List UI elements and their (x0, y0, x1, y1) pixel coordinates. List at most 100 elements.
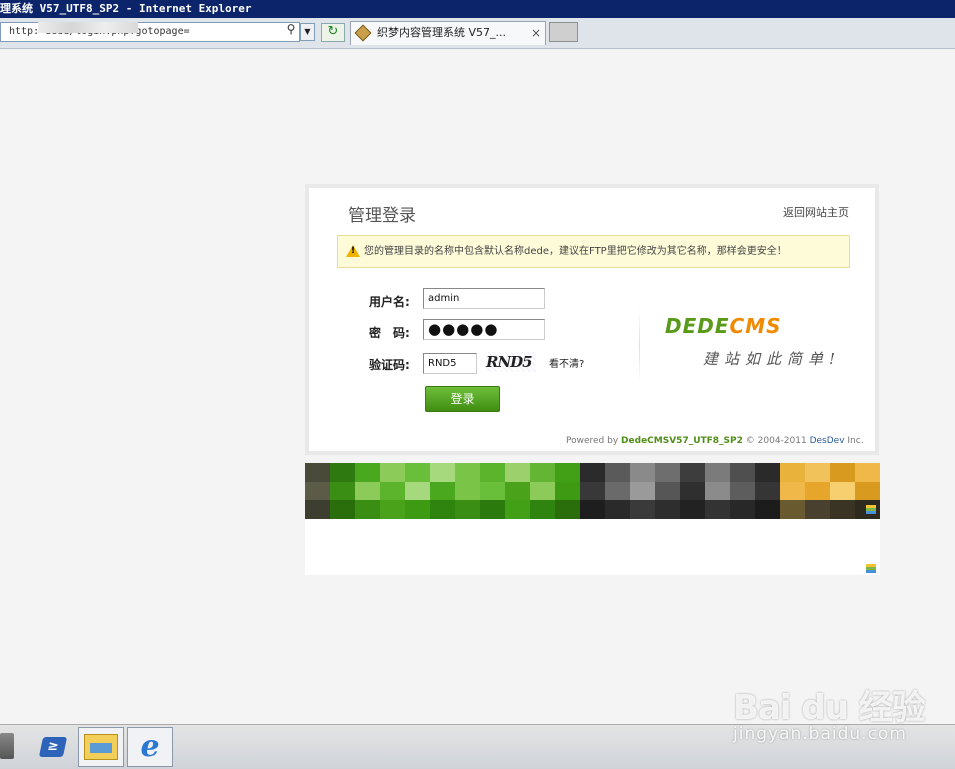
ad-banner-pixel (430, 500, 455, 519)
ad-banner-pixel (305, 481, 330, 501)
username-value: admin (428, 293, 460, 304)
ad-info-icon[interactable] (866, 505, 876, 514)
ad-banner-pixel (380, 500, 405, 519)
ad-banner-pixel (530, 481, 555, 501)
ad-banner-pixel (555, 500, 580, 519)
watermark-site: jingyan.baidu.com (733, 724, 907, 744)
footer-suffix: Inc. (847, 436, 864, 446)
explorer-button[interactable] (78, 727, 124, 767)
new-tab-button[interactable] (549, 22, 578, 42)
ad-banner-pixel (755, 500, 780, 519)
ad-banner-pixel (705, 481, 730, 501)
ad-banner-pixel (455, 463, 480, 482)
footer-version-link[interactable]: DedeCMSV57_UTF8_SP2 (621, 436, 743, 446)
address-dropdown-button[interactable]: ▼ (300, 23, 315, 41)
powershell-icon: ≥ (38, 737, 68, 757)
ad-banner-pixel (730, 481, 755, 501)
internet-explorer-button[interactable]: e (127, 727, 173, 767)
window-title: 理系统 V57_UTF8_SP2 - Internet Explorer (0, 2, 252, 15)
ad-banner-pixel (680, 463, 705, 482)
logo-part-cms: CMS (729, 314, 782, 338)
browser-toolbar: http: dede/login.php?gotopage= ⚲ ▼ ↻ 织梦内… (0, 18, 955, 49)
ad-banner-pixel (355, 500, 380, 519)
footer-copyright: © 2004-2011 (745, 436, 807, 446)
close-tab-icon[interactable]: × (531, 22, 541, 44)
ad-banner-pixel (405, 463, 430, 482)
username-field[interactable]: admin (423, 288, 545, 309)
ad-banner-pixel (430, 481, 455, 501)
ad-banner[interactable] (305, 463, 880, 519)
ad-banner-pixel (480, 481, 505, 501)
ad-banner-pixel (855, 463, 880, 482)
dedecms-logo: DEDECMS (665, 314, 782, 338)
ad-info-icon-2[interactable] (866, 564, 876, 573)
site-favicon-icon (354, 24, 372, 42)
ad-banner-pixel (480, 500, 505, 519)
ad-banner-pixel (630, 481, 655, 501)
tab-label: 织梦内容管理系统 V57_... (377, 26, 507, 39)
powered-by-footer: Powered by DedeCMSV57_UTF8_SP2 © 2004-20… (566, 436, 864, 446)
baidu-jingyan-watermark: Bai du 经验 (733, 688, 926, 728)
captcha-label: 验证码: (369, 358, 410, 372)
ad-banner-pixel (730, 463, 755, 482)
ad-banner-pixel (755, 463, 780, 482)
ad-banner-pixel (780, 500, 805, 519)
slogan: 建站如此简单! (703, 350, 842, 368)
password-field[interactable]: ●●●●● (423, 319, 545, 340)
password-value: ●●●●● (428, 320, 499, 338)
ad-banner-pixel (380, 481, 405, 501)
ad-banner-pixel (505, 481, 530, 501)
warning-text: 您的管理目录的名称中包含默认名称dede，建议在FTP里把它修改为其它名称，那样… (364, 246, 787, 257)
ad-banner-pixel (505, 500, 530, 519)
footer-company-link[interactable]: DesDev (810, 436, 845, 446)
ad-banner-pixel (330, 463, 355, 482)
ad-banner-pixel (780, 481, 805, 501)
ad-banner-pixel (405, 500, 430, 519)
ad-banner-pixel (530, 463, 555, 482)
ad-banner-pixel (805, 481, 830, 501)
ad-banner-pixel (430, 463, 455, 482)
ad-banner-pixel (605, 463, 630, 482)
ad-banner-pixel (830, 463, 855, 482)
username-label: 用户名: (369, 295, 410, 309)
ad-banner-pixel (830, 500, 855, 519)
ad-banner-pixel (655, 500, 680, 519)
captcha-image[interactable]: RND5 (486, 352, 536, 372)
ad-banner-pixel (580, 500, 605, 519)
password-label: 密 码: (369, 326, 410, 340)
ad-banner-pixel (780, 463, 805, 482)
page-title: 管理登录 (348, 206, 416, 226)
ad-banner-pixel (305, 500, 330, 519)
captcha-value: RND5 (428, 358, 457, 369)
ad-banner-pixel (705, 463, 730, 482)
back-to-home-link[interactable]: 返回网站主页 (783, 204, 849, 220)
refresh-button[interactable]: ↻ (321, 23, 345, 42)
search-icon[interactable]: ⚲ (284, 22, 298, 36)
captcha-field[interactable]: RND5 (423, 353, 477, 374)
ad-banner-pixel (605, 500, 630, 519)
ad-banner-pixel (555, 463, 580, 482)
logo-part-dede: DEDE (665, 314, 730, 338)
address-redacted-region (38, 22, 138, 33)
ad-banner-pixel (405, 481, 430, 501)
ad-banner-pixel (730, 500, 755, 519)
ad-banner-pixel (355, 481, 380, 501)
ad-banner-pixel (855, 481, 880, 501)
ad-banner-pixel (705, 500, 730, 519)
ad-banner-pixel (505, 463, 530, 482)
divider (639, 308, 640, 383)
ad-banner-pixel (480, 463, 505, 482)
browser-tab[interactable]: 织梦内容管理系统 V57_... × (350, 21, 546, 45)
server-manager-icon[interactable] (0, 733, 14, 759)
powershell-button[interactable]: ≥ (30, 727, 76, 767)
login-panel: 管理登录 返回网站主页 ! 您的管理目录的名称中包含默认名称dede，建议在FT… (305, 184, 879, 455)
ad-banner-pixel (580, 463, 605, 482)
login-button[interactable]: 登录 (425, 386, 500, 412)
ad-banner-pixel (680, 500, 705, 519)
captcha-refresh-link[interactable]: 看不清? (549, 355, 584, 370)
ad-banner-pixel (805, 463, 830, 482)
ad-banner-pixel (655, 463, 680, 482)
ad-banner-pixel (330, 481, 355, 501)
window-title-bar: 理系统 V57_UTF8_SP2 - Internet Explorer (0, 0, 955, 18)
ad-banner-pixel (630, 500, 655, 519)
